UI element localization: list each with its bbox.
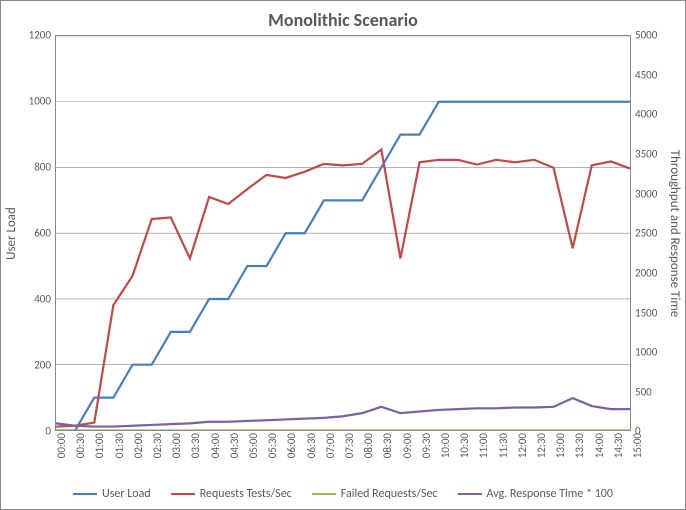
series-line xyxy=(56,150,630,427)
x-tick-label: 07:00 xyxy=(324,433,337,458)
legend-label: Avg. Response Time * 100 xyxy=(487,487,613,501)
x-tick-label: 04:30 xyxy=(228,433,241,458)
y-axis-ticks-left: 020040060080010001200 xyxy=(21,35,55,431)
x-tick-label: 06:00 xyxy=(285,433,298,458)
legend-swatch xyxy=(458,493,482,495)
legend-label: Requests Tests/Sec xyxy=(200,487,292,501)
y2-tick-label: 5000 xyxy=(635,29,657,42)
y2-tick-label: 1000 xyxy=(635,346,657,359)
plot-row: User Load 020040060080010001200 05001000… xyxy=(1,35,685,431)
x-tick-label: 03:30 xyxy=(189,433,202,458)
x-tick-label: 02:00 xyxy=(132,433,145,458)
y-axis-ticks-right: 0500100015002000250030003500400045005000 xyxy=(631,35,665,431)
x-tick-label: 09:00 xyxy=(401,433,414,458)
legend-swatch xyxy=(73,493,97,495)
y-tick-label: 0 xyxy=(45,425,51,438)
y2-tick-label: 4500 xyxy=(635,68,657,81)
y-tick-label: 200 xyxy=(34,359,51,372)
x-tick-label: 03:00 xyxy=(170,433,183,458)
legend-item-requests: Requests Tests/Sec xyxy=(171,487,292,501)
legend: User Load Requests Tests/Sec Failed Requ… xyxy=(1,483,685,509)
legend-item-failed: Failed Requests/Sec xyxy=(312,487,438,501)
x-tick-label: 02:30 xyxy=(151,433,164,458)
x-tick-label: 10:00 xyxy=(439,433,452,458)
x-tick-label: 11:00 xyxy=(477,433,490,458)
y2-tick-label: 4000 xyxy=(635,108,657,121)
y2-tick-label: 2500 xyxy=(635,227,657,240)
y-tick-label: 600 xyxy=(34,227,51,240)
y2-tick-label: 500 xyxy=(635,385,652,398)
legend-swatch xyxy=(171,493,195,495)
y2-tick-label: 2000 xyxy=(635,266,657,279)
y-tick-label: 1200 xyxy=(29,29,51,42)
legend-swatch xyxy=(312,493,336,495)
chart-title: Monolithic Scenario xyxy=(1,1,685,35)
x-tick-label: 12:30 xyxy=(535,433,548,458)
x-tick-label: 14:30 xyxy=(612,433,625,458)
legend-label: Failed Requests/Sec xyxy=(341,487,438,501)
legend-item-response: Avg. Response Time * 100 xyxy=(458,487,613,501)
x-tick-label: 07:30 xyxy=(343,433,356,458)
chart-container: Monolithic Scenario User Load 0 200 400 600… xyxy=(0,0,686,510)
y-tick-label: 800 xyxy=(34,161,51,174)
chart-svg xyxy=(56,36,630,430)
x-axis-ticks: 00:00 00:30 01:00 01:30 02:00 02:30 03:00 03:30… xyxy=(55,431,631,483)
legend-label: User Load xyxy=(102,487,151,501)
x-tick-label: 12:00 xyxy=(516,433,529,458)
series-line xyxy=(56,398,630,426)
y-tick-label: 400 xyxy=(34,293,51,306)
series-line xyxy=(56,102,630,431)
x-tick-label: 08:00 xyxy=(362,433,375,458)
x-tick-label: 01:00 xyxy=(93,433,106,458)
x-tick-label: 14:00 xyxy=(593,433,606,458)
x-tick-label: 00:00 xyxy=(55,433,68,458)
x-tick-label: 08:30 xyxy=(381,433,394,458)
y2-tick-label: 3500 xyxy=(635,147,657,160)
y-axis-label-left: User Load xyxy=(1,35,21,431)
x-tick-label: 15:00 xyxy=(631,433,644,458)
x-tick-label: 05:30 xyxy=(266,433,279,458)
x-tick-label: 09:30 xyxy=(420,433,433,458)
y-axis-label-right: Throughput and Response Time xyxy=(665,35,685,431)
x-tick-label: 04:00 xyxy=(209,433,222,458)
plot-area xyxy=(55,35,631,431)
y2-tick-label: 1500 xyxy=(635,306,657,319)
x-tick-label: 13:00 xyxy=(554,433,567,458)
y2-tick-label: 3000 xyxy=(635,187,657,200)
x-tick-label: 13:30 xyxy=(573,433,586,458)
x-tick-label: 00:30 xyxy=(74,433,87,458)
x-tick-label: 01:30 xyxy=(113,433,126,458)
legend-item-user-load: User Load xyxy=(73,487,151,501)
x-tick-label: 06:30 xyxy=(305,433,318,458)
x-tick-label: 11:30 xyxy=(497,433,510,458)
x-tick-label: 05:00 xyxy=(247,433,260,458)
y-tick-label: 1000 xyxy=(29,95,51,108)
x-tick-label: 10:30 xyxy=(458,433,471,458)
